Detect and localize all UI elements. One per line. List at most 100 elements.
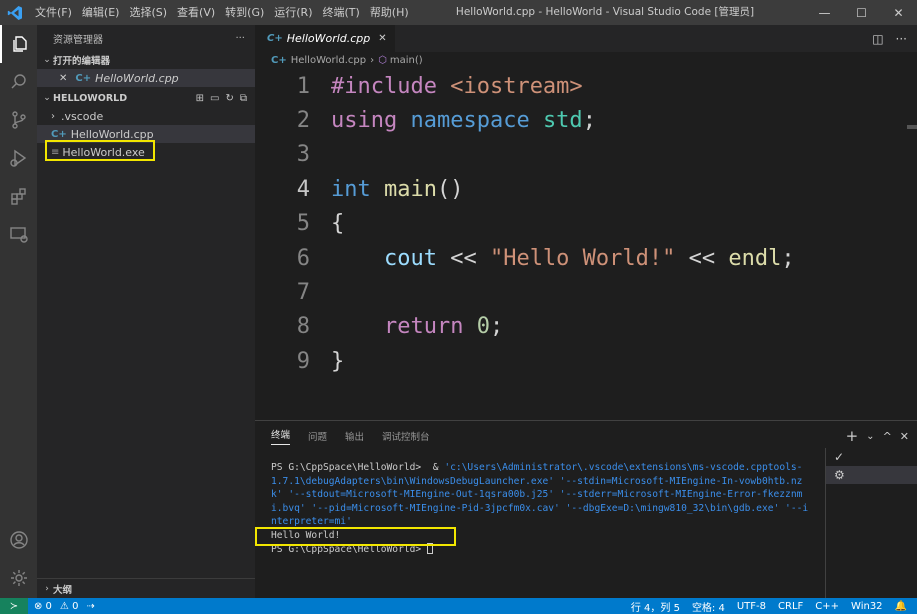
live-share-icon[interactable]: ⇢	[86, 601, 94, 612]
code-token: ;	[582, 108, 596, 134]
tab-label: HelloWorld.cpp	[286, 32, 371, 45]
terminal-prompt: PS G:\CppSpace\HelloWorld>	[271, 543, 422, 555]
menu-item[interactable]: 文件(F)	[30, 0, 77, 25]
breadcrumb-symbol[interactable]: main()	[390, 55, 423, 66]
breadcrumb-file[interactable]: HelloWorld.cpp	[291, 55, 366, 66]
code-editor[interactable]: 1 #include <iostream> 2 using namespace std…	[255, 69, 917, 379]
sidebar-title: 资源管理器	[53, 34, 103, 46]
terminal-prompt-line: PS G:\CppSpace\HelloWorld>	[271, 542, 811, 557]
indentation[interactable]: 空格: 4	[692, 599, 725, 614]
outline-label: 大纲	[53, 584, 73, 596]
tab-terminal[interactable]: 终端	[271, 427, 291, 445]
menu-item[interactable]: 编辑(E)	[77, 0, 125, 25]
editor-actions: ◫ ···	[872, 25, 907, 52]
close-window-button[interactable]: ✕	[880, 0, 917, 25]
menu-item[interactable]: 运行(R)	[269, 0, 317, 25]
tree-item-cpp[interactable]: C+ HelloWorld.cpp	[37, 125, 255, 143]
open-editors-section[interactable]: ⌄ 打开的编辑器	[37, 51, 255, 69]
close-panel-icon[interactable]: ✕	[900, 430, 909, 443]
encoding[interactable]: UTF-8	[737, 601, 766, 612]
remote-indicator-icon[interactable]: ≻	[0, 598, 28, 614]
vscode-logo-icon	[0, 0, 30, 25]
minimize-button[interactable]: —	[806, 0, 843, 25]
warnings-count[interactable]: ⚠ 0	[60, 601, 79, 612]
explorer-icon[interactable]	[0, 25, 37, 63]
code-token: 0	[476, 314, 490, 340]
platform[interactable]: Win32	[851, 601, 883, 612]
code-token: "Hello World!"	[489, 245, 676, 271]
collapse-all-icon[interactable]: ⧉	[240, 93, 247, 104]
chevron-down-icon: ⌄	[43, 55, 51, 65]
code-token: int	[331, 176, 384, 202]
line-number: 3	[296, 142, 310, 168]
tree-item-label: HelloWorld.cpp	[70, 127, 154, 141]
tree-item-exe[interactable]: ≡ HelloWorld.exe	[37, 143, 255, 161]
tab-output[interactable]: 输出	[345, 429, 364, 443]
cpp-file-icon: C+	[51, 128, 67, 140]
settings-gear-icon[interactable]	[0, 559, 37, 597]
chevron-right-icon: ›	[51, 110, 55, 122]
outline-section[interactable]: › 大纲	[37, 578, 255, 598]
terminal-entry-check-icon[interactable]: ✓	[826, 448, 917, 466]
code-token: {	[331, 211, 345, 237]
chevron-down-icon[interactable]: ⌄	[866, 431, 874, 442]
new-terminal-icon[interactable]: +	[846, 427, 859, 445]
window-controls: — ☐ ✕	[806, 0, 917, 25]
tab-close-icon[interactable]: ✕	[378, 33, 386, 44]
folder-section[interactable]: ⌄ HELLOWORLD ⊞ ▭ ↻ ⧉	[37, 89, 255, 107]
terminal-cursor	[426, 542, 433, 554]
remote-explorer-icon[interactable]	[0, 215, 37, 253]
account-icon[interactable]	[0, 521, 37, 559]
code-line: 6 cout << "Hello World!" << endl;	[255, 241, 917, 275]
errors-count[interactable]: ⊗ 0	[34, 601, 52, 612]
code-line: 4 int main()	[255, 172, 917, 206]
new-file-icon[interactable]: ⊞	[196, 93, 204, 104]
code-token: ;	[489, 314, 504, 340]
menu-item[interactable]: 选择(S)	[124, 0, 172, 25]
menu-item[interactable]: 帮助(H)	[365, 0, 414, 25]
code-token: cout	[331, 245, 437, 271]
code-token: main	[383, 176, 437, 202]
editor-area: C+ HelloWorld.cpp ✕ ◫ ··· C+ HelloWorld.…	[255, 25, 917, 420]
tab-debug-console[interactable]: 调试控制台	[382, 429, 430, 443]
function-symbol-icon: ⬡	[378, 55, 387, 66]
terminal-output[interactable]: PS G:\CppSpace\HelloWorld> & 'c:\Users\A…	[271, 461, 811, 556]
end-of-line[interactable]: CRLF	[778, 601, 803, 612]
more-actions-icon[interactable]: ···	[896, 32, 907, 46]
tree-item-label: HelloWorld.exe	[62, 145, 145, 159]
terminal-entry-debug-icon[interactable]: ⚙	[826, 466, 917, 484]
split-editor-icon[interactable]: ◫	[872, 32, 883, 46]
run-debug-icon[interactable]	[0, 139, 37, 177]
refresh-icon[interactable]: ↻	[225, 93, 233, 104]
chevron-right-icon: ›	[45, 583, 49, 594]
open-editor-item[interactable]: ✕ C+ HelloWorld.cpp	[37, 69, 255, 87]
menu-item[interactable]: 转到(G)	[220, 0, 269, 25]
more-actions-button[interactable]: ···	[235, 33, 245, 44]
language-mode[interactable]: C++	[815, 601, 839, 612]
cpp-file-icon: C+	[75, 72, 92, 84]
maximize-panel-icon[interactable]: ^	[883, 430, 892, 443]
terminal-list: ✓ ⚙	[825, 448, 917, 599]
code-token: #include	[331, 73, 451, 99]
extensions-icon[interactable]	[0, 177, 37, 215]
code-line: 5{	[255, 207, 917, 241]
open-editor-filename: HelloWorld.cpp	[95, 71, 179, 85]
menu-bar: 文件(F) 编辑(E) 选择(S) 查看(V) 转到(G) 运行(R) 终端(T) 帮助(H)	[30, 0, 414, 25]
maximize-button[interactable]: ☐	[843, 0, 880, 25]
search-icon[interactable]	[0, 63, 37, 101]
tree-item-vscode[interactable]: › .vscode	[37, 107, 255, 125]
source-control-icon[interactable]	[0, 101, 37, 139]
scrollbar[interactable]	[907, 125, 917, 129]
line-number: 1	[296, 73, 310, 99]
new-folder-icon[interactable]: ▭	[210, 93, 219, 104]
menu-item[interactable]: 终端(T)	[318, 0, 365, 25]
line-number: 2	[296, 108, 310, 134]
cursor-position[interactable]: 行 4，列 5	[631, 599, 680, 614]
notifications-bell-icon[interactable]: 🔔	[895, 601, 907, 612]
tab-problems[interactable]: 问题	[308, 429, 327, 443]
explorer-tools: ⊞ ▭ ↻ ⧉	[196, 93, 255, 104]
menu-item[interactable]: 查看(V)	[172, 0, 220, 25]
tab-helloworld-cpp[interactable]: C+ HelloWorld.cpp ✕	[255, 25, 395, 52]
close-icon[interactable]: ✕	[59, 73, 67, 84]
code-token: namespace	[410, 108, 543, 134]
